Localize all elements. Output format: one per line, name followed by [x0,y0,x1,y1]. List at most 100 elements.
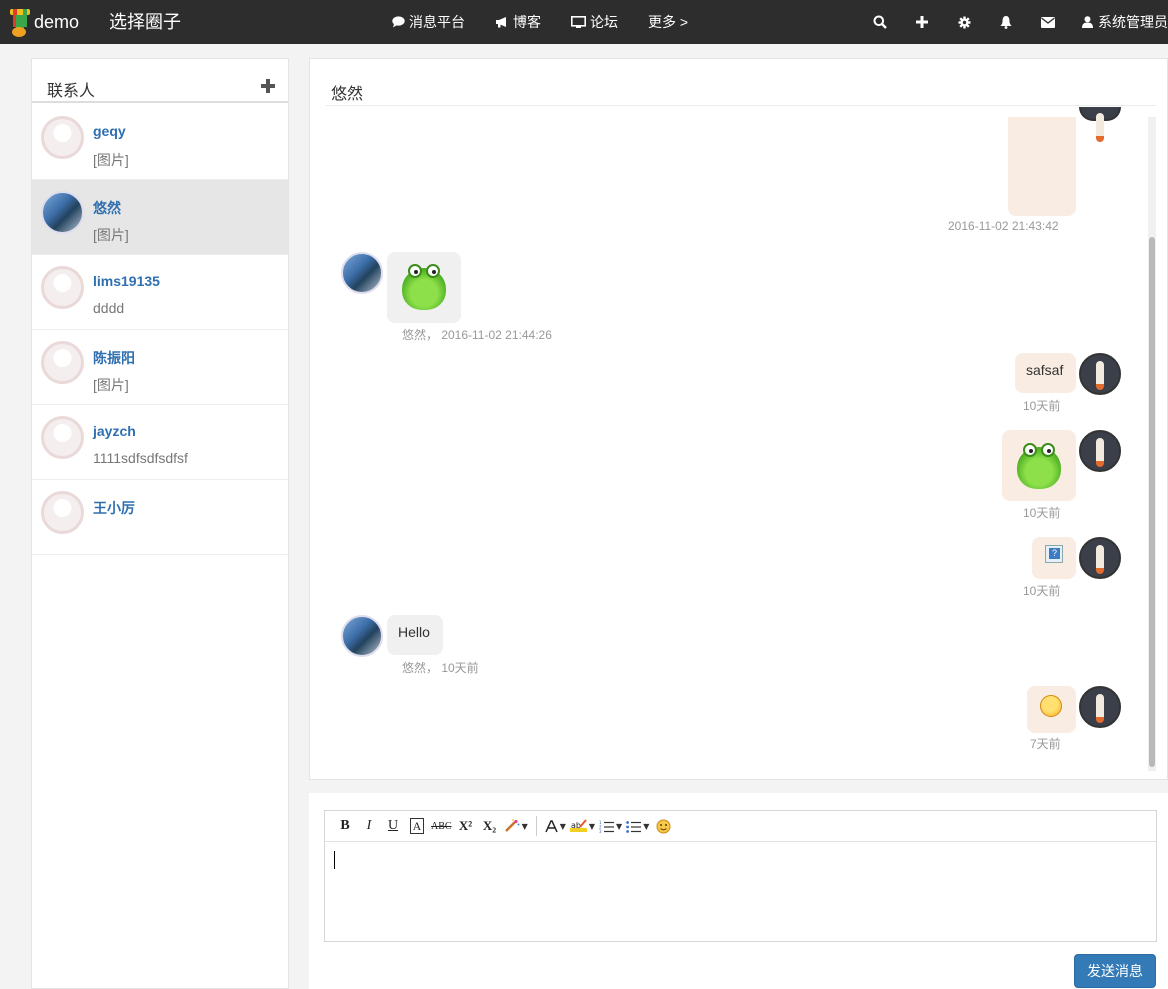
contact-item[interactable]: 王小厉 [32,480,288,555]
nav-forum[interactable]: 论坛 [571,12,618,32]
divider [326,105,1156,106]
unordered-list-icon[interactable]: ▼ [626,816,649,836]
avatar [341,615,383,657]
contact-item[interactable]: jayzch 1111sdfsdfsdfsf [32,405,288,480]
message-emoji-bubble[interactable] [1027,686,1076,733]
contacts-title: 联系人 [47,83,96,100]
toolbar-divider [535,816,537,836]
brand[interactable]: demo [10,6,79,38]
user-name: 系统管理员 [1098,14,1168,30]
message-meta: 悠然， 10天前 [402,661,479,675]
frog-sticker-icon [402,264,446,310]
avatar [41,491,84,534]
envelope-icon[interactable] [1040,14,1056,30]
message-time: 10天前 [1023,399,1061,413]
contact-name: jayzch [93,423,136,439]
emoji-icon[interactable] [653,816,673,836]
magic-wand-icon[interactable]: ▼ [504,816,528,836]
avatar [341,252,383,294]
contact-item[interactable]: lims19135 dddd [32,255,288,330]
contact-item[interactable]: 陈振阳 [图片] [32,330,288,405]
main-nav: 消息平台 博客 论坛 更多 > [392,0,718,44]
user-menu[interactable]: 系统管理员 [1082,12,1168,32]
message-sticker-bubble[interactable] [387,252,461,323]
chat-panel: 悠然 2016-11-02 21:43:42 悠然， 2016-11-02 21… [309,58,1168,780]
svg-text:ab: ab [571,821,581,830]
superscript-button[interactable]: X² [456,816,476,836]
contact-name: 王小厉 [93,500,135,516]
message-text-bubble[interactable]: safsaf [1015,353,1076,393]
avatar [1079,353,1121,395]
svg-text:3: 3 [599,829,602,833]
message-text-bubble[interactable]: Hello [387,615,443,655]
highlight-icon[interactable]: ab ▼ [569,816,595,836]
bold-button[interactable]: B [335,816,355,836]
contact-name: 悠然 [93,200,121,216]
contact-last-message: 1111sdfsdfsdfsf [93,450,188,466]
avatar [41,116,84,159]
message-image-bubble[interactable] [1008,117,1076,216]
avatar [41,341,84,384]
plus-icon[interactable] [914,14,930,30]
nav-label: 更多 > [648,14,689,30]
avatar [1079,686,1121,728]
contact-last-message: [图片] [93,377,129,393]
desktop-icon [571,15,586,29]
message-time: 10天前 [1023,584,1061,598]
comment-icon [392,16,405,28]
nav-more[interactable]: 更多 > [648,12,688,32]
message-meta: 悠然， 2016-11-02 21:44:26 [402,328,552,342]
message-sticker-bubble[interactable] [1002,430,1076,501]
contact-item[interactable]: geqy [图片] [32,105,288,180]
nav-blog[interactable]: 博客 [495,12,541,32]
font-color-icon[interactable]: ▼ [545,816,566,836]
nav-label: 消息平台 [409,14,465,30]
subscript-button[interactable]: X₂ [480,816,500,836]
avatar [41,191,84,234]
bell-icon[interactable] [998,14,1014,30]
contacts-panel: 联系人 geqy [图片] 悠然 [图片] lims19135 dddd 陈振阳… [31,58,289,989]
avatar [41,416,84,459]
contacts-header: 联系人 [32,59,288,103]
message-time: 2016-11-02 21:43:42 [948,219,1059,233]
message-image-bubble[interactable] [1032,537,1076,579]
nav-label: 论坛 [590,14,618,30]
contact-name: geqy [93,123,126,139]
contact-item-active[interactable]: 悠然 [图片] [32,180,288,255]
nav-label: 博客 [513,14,541,30]
bullhorn-icon [495,16,509,28]
ordered-list-icon[interactable]: 123 ▼ [599,816,622,836]
circle-selector[interactable]: 选择圈子 [109,8,181,34]
strikethrough-button[interactable]: ABC [431,816,452,836]
underline-button[interactable]: U [383,816,403,836]
user-icon [1082,16,1093,28]
contact-name: 陈振阳 [93,350,135,366]
chat-scrollbar-thumb[interactable] [1149,237,1155,767]
avatar [1079,430,1121,472]
brand-name: demo [34,11,80,32]
contact-name: lims19135 [93,273,160,289]
compose-area: B I U A ABC X² X₂ ▼ ▼ ab ▼ 123 ▼ ▼ 发送消息 [309,793,1168,989]
message-input[interactable] [325,842,1156,941]
contact-last-message: dddd [93,300,125,316]
avatar [1079,107,1121,142]
font-box-button[interactable]: A [407,816,427,836]
message-time: 7天前 [1030,737,1061,751]
smiley-emoji-icon [1040,695,1062,717]
search-icon[interactable] [872,14,888,30]
avatar [1079,537,1121,579]
contact-last-message: [图片] [93,152,129,168]
send-message-button[interactable]: 发送消息 [1074,954,1156,988]
text-cursor [334,851,335,869]
italic-button[interactable]: I [359,816,379,836]
nav-actions: 系统管理员 [872,0,1168,44]
nav-message-platform[interactable]: 消息平台 [392,12,465,32]
broken-image-icon [1045,545,1063,563]
message-text: Hello [398,624,430,640]
message-time: 10天前 [1023,506,1061,520]
add-contact-icon[interactable] [261,79,275,93]
brand-logo [10,7,30,37]
message-text: safsaf [1026,362,1064,378]
gear-icon[interactable] [956,14,972,30]
chat-title: 悠然 [331,86,364,103]
